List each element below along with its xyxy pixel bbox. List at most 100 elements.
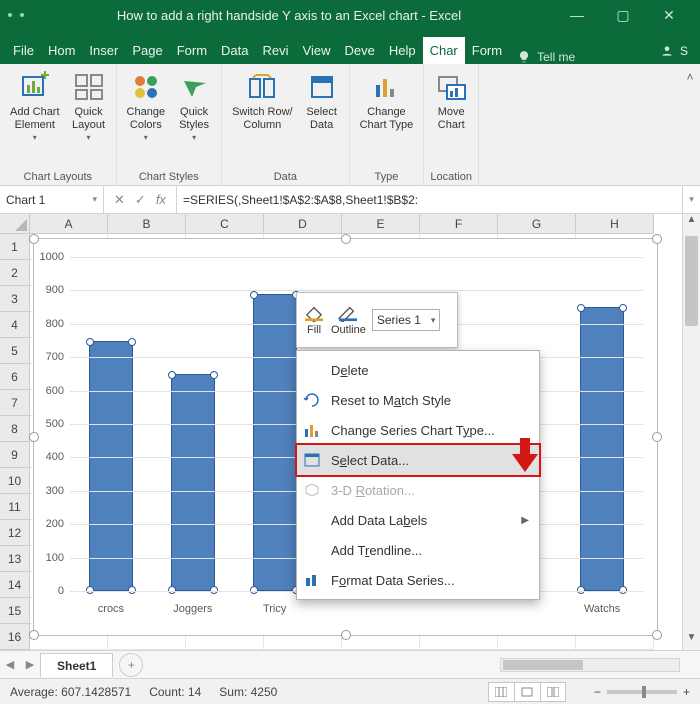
series-handle[interactable] [250,586,258,594]
window-close-button[interactable]: ✕ [646,0,692,30]
row-header[interactable]: 13 [0,546,30,572]
scroll-down-arrow-icon[interactable]: ▼ [683,632,700,650]
ribbon-tab-home[interactable]: Hom [41,37,82,64]
column-header[interactable]: C [186,214,264,234]
ribbon-tab-format[interactable]: Form [465,37,509,64]
row-header[interactable]: 4 [0,312,30,338]
view-page-break-button[interactable] [540,682,566,702]
menu-delete[interactable]: Delete [297,355,539,385]
formula-cancel-button[interactable]: ✕ [114,192,125,208]
row-header[interactable]: 9 [0,442,30,468]
row-header[interactable]: 11 [0,494,30,520]
zoom-out-button[interactable]: − [594,685,601,699]
ribbon-tab-data[interactable]: Data [214,37,255,64]
outline-button[interactable]: Outline [331,304,366,336]
column-header[interactable]: H [576,214,654,234]
quick-styles-button[interactable]: Quick Styles ▾ [173,68,215,144]
row-header[interactable]: 1 [0,234,30,260]
zoom-in-button[interactable]: + [683,685,690,699]
fx-button[interactable]: fx [156,192,166,207]
menu-add-trendline[interactable]: Add Trendline... [297,535,539,565]
ribbon-collapse-button[interactable]: ˄ [680,64,700,185]
series-handle[interactable] [86,338,94,346]
menu-change-series-chart-type[interactable]: Change Series Chart Type... [297,415,539,445]
horizontal-scrollbar[interactable] [500,658,680,672]
resize-handle[interactable] [29,630,39,640]
ribbon-tab-chart-design[interactable]: Char [423,37,465,64]
vertical-scrollbar[interactable]: ▲ ▼ [682,214,700,650]
row-header[interactable]: 15 [0,598,30,624]
chart-bar[interactable] [253,294,297,591]
zoom-slider[interactable] [607,690,677,694]
select-data-button[interactable]: Select Data [301,68,343,133]
scroll-up-arrow-icon[interactable]: ▲ [683,214,700,232]
resize-handle[interactable] [652,630,662,640]
resize-handle[interactable] [341,234,351,244]
row-header[interactable]: 3 [0,286,30,312]
name-box[interactable]: Chart 1 ▾ [0,186,104,213]
ribbon-tab-formulas[interactable]: Form [170,37,214,64]
formula-input[interactable]: =SERIES(,Sheet1!$A$2:$A$8,Sheet1!$B$2: [177,186,682,213]
ribbon-tab-help[interactable]: Help [382,37,423,64]
series-handle[interactable] [168,371,176,379]
series-handle[interactable] [128,338,136,346]
series-handle[interactable] [619,304,627,312]
menu-select-data[interactable]: Select Data... [297,445,539,475]
column-header[interactable]: A [30,214,108,234]
resize-handle[interactable] [652,234,662,244]
scroll-thumb[interactable] [685,236,698,326]
switch-row-col-button[interactable]: Switch Row/ Column [228,68,297,133]
resize-handle[interactable] [29,234,39,244]
menu-format-data-series[interactable]: Format Data Series... [297,565,539,595]
menu-add-data-labels[interactable]: Add Data Labels ▶ [297,505,539,535]
series-handle[interactable] [577,586,585,594]
chart-bar[interactable] [89,341,133,592]
ribbon-tab-page-layout[interactable]: Page [125,37,169,64]
series-handle[interactable] [128,586,136,594]
series-handle[interactable] [250,291,258,299]
series-selector-combo[interactable]: Series 1 ▾ [372,309,441,331]
move-chart-button[interactable]: Move Chart [430,68,472,133]
ribbon-tab-review[interactable]: Revi [256,37,296,64]
column-header[interactable]: B [108,214,186,234]
formula-bar-expand-button[interactable]: ▾ [682,186,700,213]
series-handle[interactable] [210,586,218,594]
series-handle[interactable] [210,371,218,379]
row-header[interactable]: 5 [0,338,30,364]
resize-handle[interactable] [652,432,662,442]
quick-layout-button[interactable]: Quick Layout ▾ [68,68,110,144]
select-all-corner[interactable] [0,214,30,234]
scroll-thumb[interactable] [503,660,583,670]
menu-reset-match-style[interactable]: Reset to Match Style [297,385,539,415]
column-header[interactable]: G [498,214,576,234]
ribbon-tab-view[interactable]: View [296,37,338,64]
add-chart-element-button[interactable]: Add Chart Element ▾ [6,68,64,144]
change-colors-button[interactable]: Change Colors ▾ [123,68,170,144]
column-header[interactable]: D [264,214,342,234]
tab-nav-prev-button[interactable]: ◀ [0,658,20,671]
ribbon-tab-insert[interactable]: Inser [82,37,125,64]
sheet-tab-sheet1[interactable]: Sheet1 [40,653,113,677]
fill-button[interactable]: Fill [303,304,325,336]
column-header[interactable]: E [342,214,420,234]
series-handle[interactable] [619,586,627,594]
row-header[interactable]: 8 [0,416,30,442]
ribbon-share[interactable]: S [660,44,694,64]
ribbon-tab-file[interactable]: File [6,37,41,64]
series-handle[interactable] [86,586,94,594]
formula-enter-button[interactable]: ✓ [135,192,146,208]
row-header[interactable]: 12 [0,520,30,546]
view-page-layout-button[interactable] [514,682,540,702]
chart-bar[interactable] [580,307,624,591]
row-header[interactable]: 2 [0,260,30,286]
resize-handle[interactable] [341,630,351,640]
column-header[interactable]: F [420,214,498,234]
row-header[interactable]: 7 [0,390,30,416]
new-sheet-button[interactable]: + [119,653,143,677]
row-header[interactable]: 14 [0,572,30,598]
window-minimize-button[interactable]: — [554,0,600,30]
change-chart-type-button[interactable]: Change Chart Type [356,68,418,133]
zoom-control[interactable]: − + [594,685,690,699]
tell-me[interactable]: Tell me [517,50,575,64]
series-handle[interactable] [577,304,585,312]
